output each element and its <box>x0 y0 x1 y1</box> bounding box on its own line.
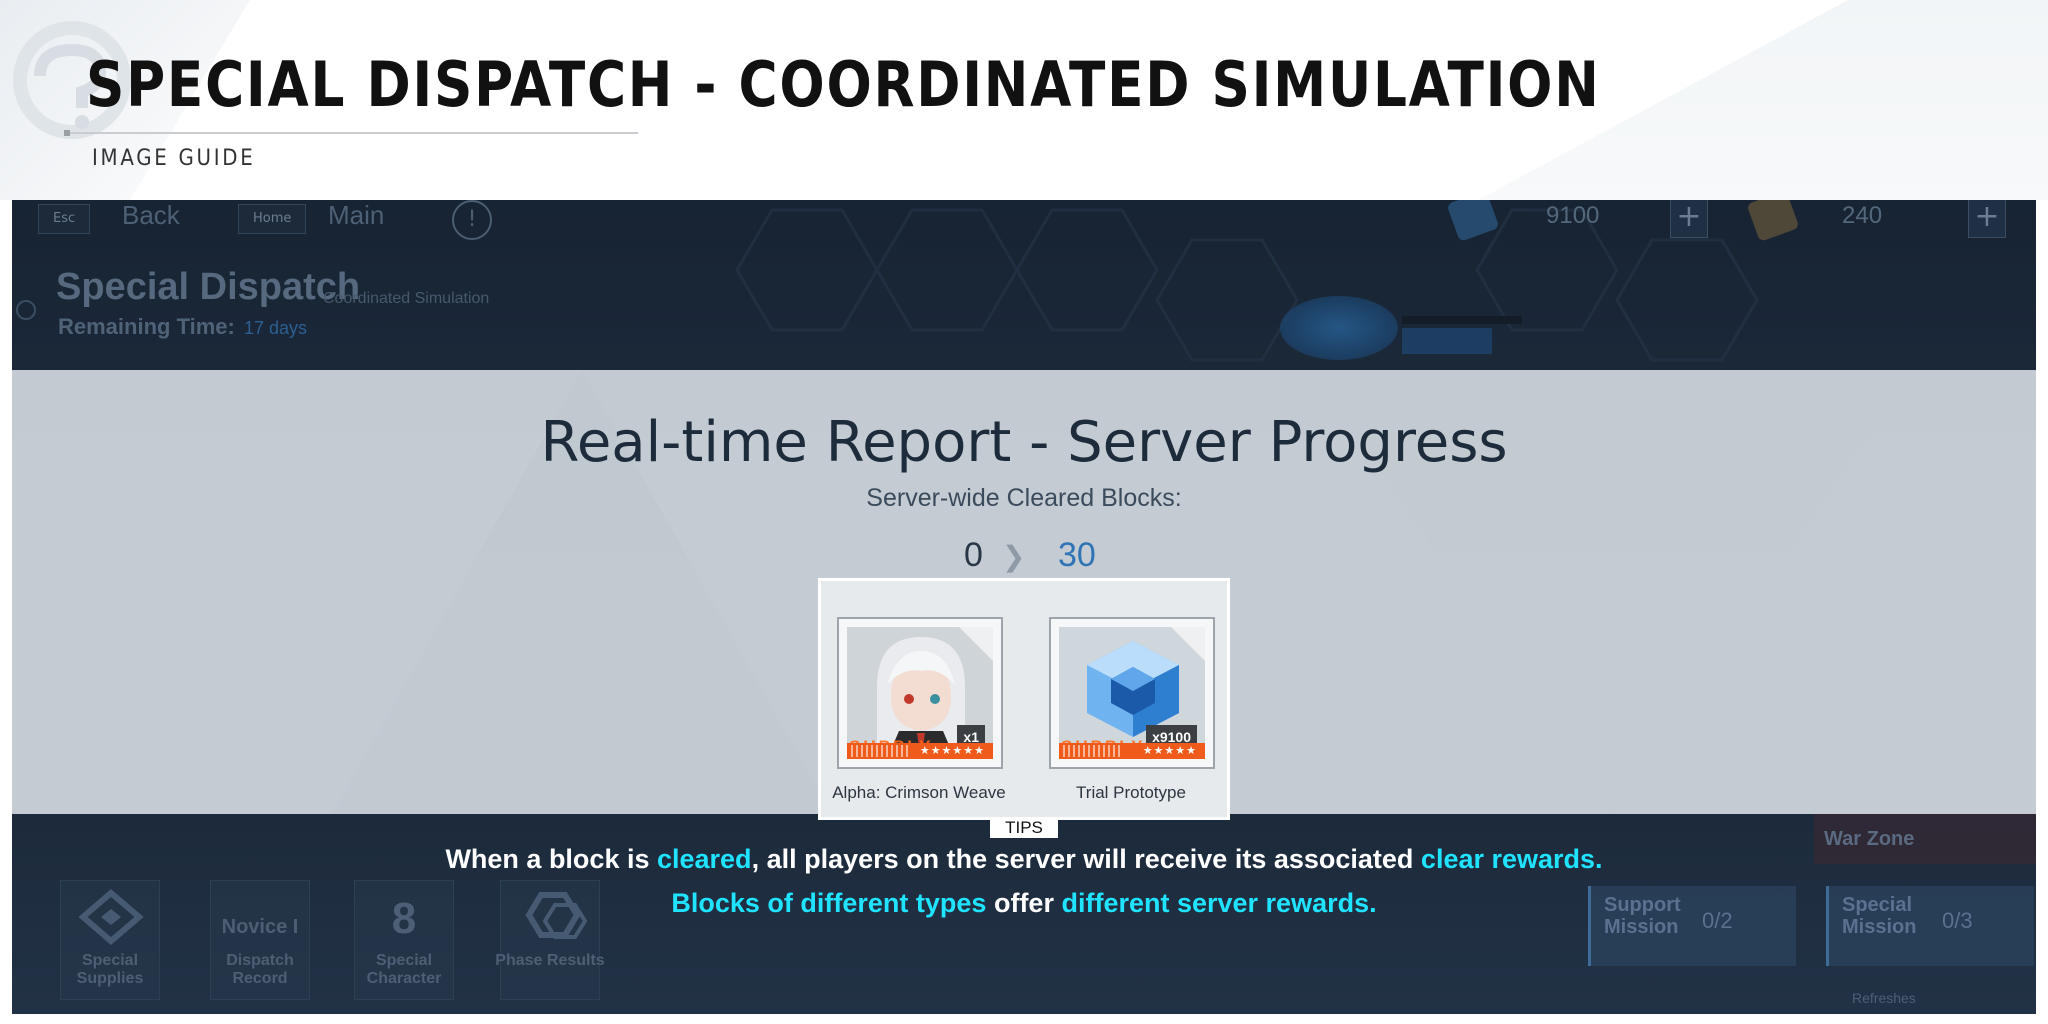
stamina-value: 240 <box>1842 202 1883 229</box>
reward-item[interactable]: x1 SUPPLY ★★★★★★ <box>837 617 1003 769</box>
reward-item[interactable]: x9100 SUPPLY ★★★★★ <box>1049 617 1215 769</box>
reward-item-name: Alpha: Crimson Weave <box>832 783 1006 802</box>
map-node-tag <box>1402 328 1492 354</box>
rarity-stars: ★★★★★ <box>1142 744 1197 757</box>
home-key-hint: Home <box>238 204 307 234</box>
caption-line-1: When a block is cleared, all players on … <box>0 844 2048 875</box>
report-title: Real-time Report - Server Progress <box>540 410 1508 475</box>
tips-reward-card: x1 SUPPLY ★★★★★★ Alpha: Crimson Weave x9… <box>818 578 1230 820</box>
item-corner <box>959 627 993 661</box>
dispatch-record-label: Dispatch Record <box>226 952 294 987</box>
caption-text: offer <box>986 888 1062 918</box>
title-underline <box>64 132 638 134</box>
guide-subtitle: IMAGE GUIDE <box>92 146 256 171</box>
map-progress-bar <box>1402 316 1522 324</box>
currency-value: 9100 <box>1546 202 1600 229</box>
remaining-time-value: 17 days <box>244 318 308 338</box>
caption-highlight: Blocks of different types <box>671 888 987 918</box>
rarity-stripes <box>851 745 911 757</box>
character-portrait: x1 SUPPLY ★★★★★★ <box>847 627 993 759</box>
caption-text: , all players on the server will receive… <box>751 844 1421 874</box>
total-blocks-count: 30 <box>1058 536 1096 574</box>
dispatch-rank-badge: Novice I <box>221 916 299 938</box>
map-node[interactable] <box>1280 296 1398 360</box>
guide-header: SPECIAL DISPATCH - COORDINATED SIMULATIO… <box>0 0 2048 200</box>
rarity-stripes <box>1063 745 1123 757</box>
rarity-stars: ★★★★★★ <box>919 744 985 757</box>
refresh-label: Refreshes <box>1852 990 1916 1006</box>
page-subtitle: Coordinated Simulation <box>323 290 490 307</box>
caption-line-2: Blocks of different types offer differen… <box>0 888 2048 919</box>
special-supplies-label: Special Supplies <box>76 952 144 987</box>
guide-title: SPECIAL DISPATCH - COORDINATED SIMULATIO… <box>86 48 1601 121</box>
add-stamina-button[interactable]: + <box>1968 200 2006 238</box>
remaining-time-label: Remaining Time: <box>58 314 235 339</box>
progress-separator-icon: ❯ <box>1002 540 1026 573</box>
item-corner <box>1171 627 1205 661</box>
underline-marker <box>64 130 70 136</box>
caption-highlight: different server rewards. <box>1061 888 1377 918</box>
tips-label: TIPS <box>990 818 1058 838</box>
special-character-label: Special Character <box>366 952 442 987</box>
side-indicator <box>16 300 36 320</box>
reward-item-name: Trial Prototype <box>1076 783 1186 802</box>
back-key-hint: Esc <box>38 204 91 234</box>
back-button[interactable]: Back <box>122 200 180 231</box>
item-artwork: x9100 SUPPLY ★★★★★ <box>1059 627 1205 759</box>
home-button[interactable]: Main <box>328 200 384 231</box>
rarity-bar: ★★★★★ <box>1059 743 1205 759</box>
caption-text: When a block is <box>445 844 657 874</box>
page-title: Special Dispatch <box>56 266 361 308</box>
rarity-bar: ★★★★★★ <box>847 743 993 759</box>
info-icon[interactable]: ! <box>452 200 492 240</box>
phase-results-label: Phase Results <box>495 952 605 969</box>
add-currency-button[interactable]: + <box>1670 200 1708 238</box>
caption-highlight: clear rewards. <box>1420 844 1603 874</box>
cleared-blocks-count: 0 <box>964 536 983 574</box>
report-subtitle: Server-wide Cleared Blocks: <box>866 484 1182 512</box>
caption-highlight: cleared <box>656 844 752 874</box>
